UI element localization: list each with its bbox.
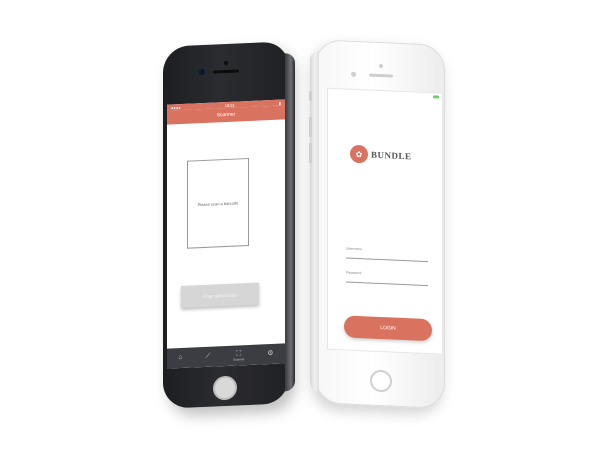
home-icon: ⌂ <box>178 353 183 362</box>
white-phone: ✿ BUNDLE Username Password LOGIN <box>309 39 445 409</box>
front-sensor <box>224 60 228 66</box>
settings-icon: ⚙ <box>267 349 274 358</box>
status-time: 16:51 <box>224 102 235 108</box>
dark-phone-edge <box>285 52 295 392</box>
password-underline <box>346 281 428 287</box>
username-underline <box>346 257 428 263</box>
enter-serial-label: Enter serial code <box>203 292 237 299</box>
scanner-screen: ●●●● 16:51 ▮ Scanner Please scan a barco… <box>167 99 285 369</box>
username-label: Username <box>346 246 363 252</box>
front-camera-light <box>351 71 356 77</box>
login-button-label: LOGIN <box>380 325 396 332</box>
status-signal: ●●●● <box>171 104 181 110</box>
earpiece-speaker-light <box>369 73 393 78</box>
tab-home[interactable]: ⌂ <box>178 354 182 362</box>
dark-phone: ●●●● 16:51 ▮ Scanner Please scan a barco… <box>163 41 295 409</box>
scan-prompt: Please scan a barcode <box>197 199 239 207</box>
battery-indicator <box>433 95 439 99</box>
tab-settings[interactable]: ⚙ <box>267 350 273 358</box>
tab-bar: ⌂ ⟋ ⛶ Scanner ⚙ <box>167 343 285 369</box>
chart-icon: ⟋ <box>205 352 211 360</box>
login-screen: ✿ BUNDLE Username Password LOGIN <box>327 87 443 355</box>
front-camera <box>199 68 205 76</box>
volume-down-button <box>309 142 312 164</box>
login-button[interactable]: LOGIN <box>344 315 432 342</box>
username-field[interactable]: Username <box>346 247 428 263</box>
mute-switch <box>309 90 312 102</box>
tab-scanner-label: Scanner <box>233 356 245 362</box>
password-label: Password <box>346 270 362 276</box>
enter-serial-button[interactable]: Enter serial code <box>181 282 259 308</box>
white-home-button[interactable] <box>370 369 392 393</box>
tab-scanner[interactable]: ⛶ Scanner <box>233 350 244 361</box>
logo-glyph: ✿ <box>355 149 363 159</box>
brand-name: BUNDLE <box>371 149 412 162</box>
front-sensor-light <box>379 63 383 69</box>
status-battery: ▮ <box>278 100 281 106</box>
logo-icon: ✿ <box>350 144 368 164</box>
scanner-title: Scanner <box>216 111 236 119</box>
tab-stats[interactable]: ⟋ <box>206 353 211 361</box>
scan-frame[interactable]: Please scan a barcode <box>187 157 249 249</box>
earpiece-speaker <box>213 69 239 74</box>
volume-up-button <box>309 116 312 138</box>
white-phone-edge <box>310 50 319 392</box>
password-field[interactable]: Password <box>346 271 428 287</box>
dark-home-button[interactable] <box>213 375 237 401</box>
brand-logo: ✿ BUNDLE <box>350 144 412 166</box>
